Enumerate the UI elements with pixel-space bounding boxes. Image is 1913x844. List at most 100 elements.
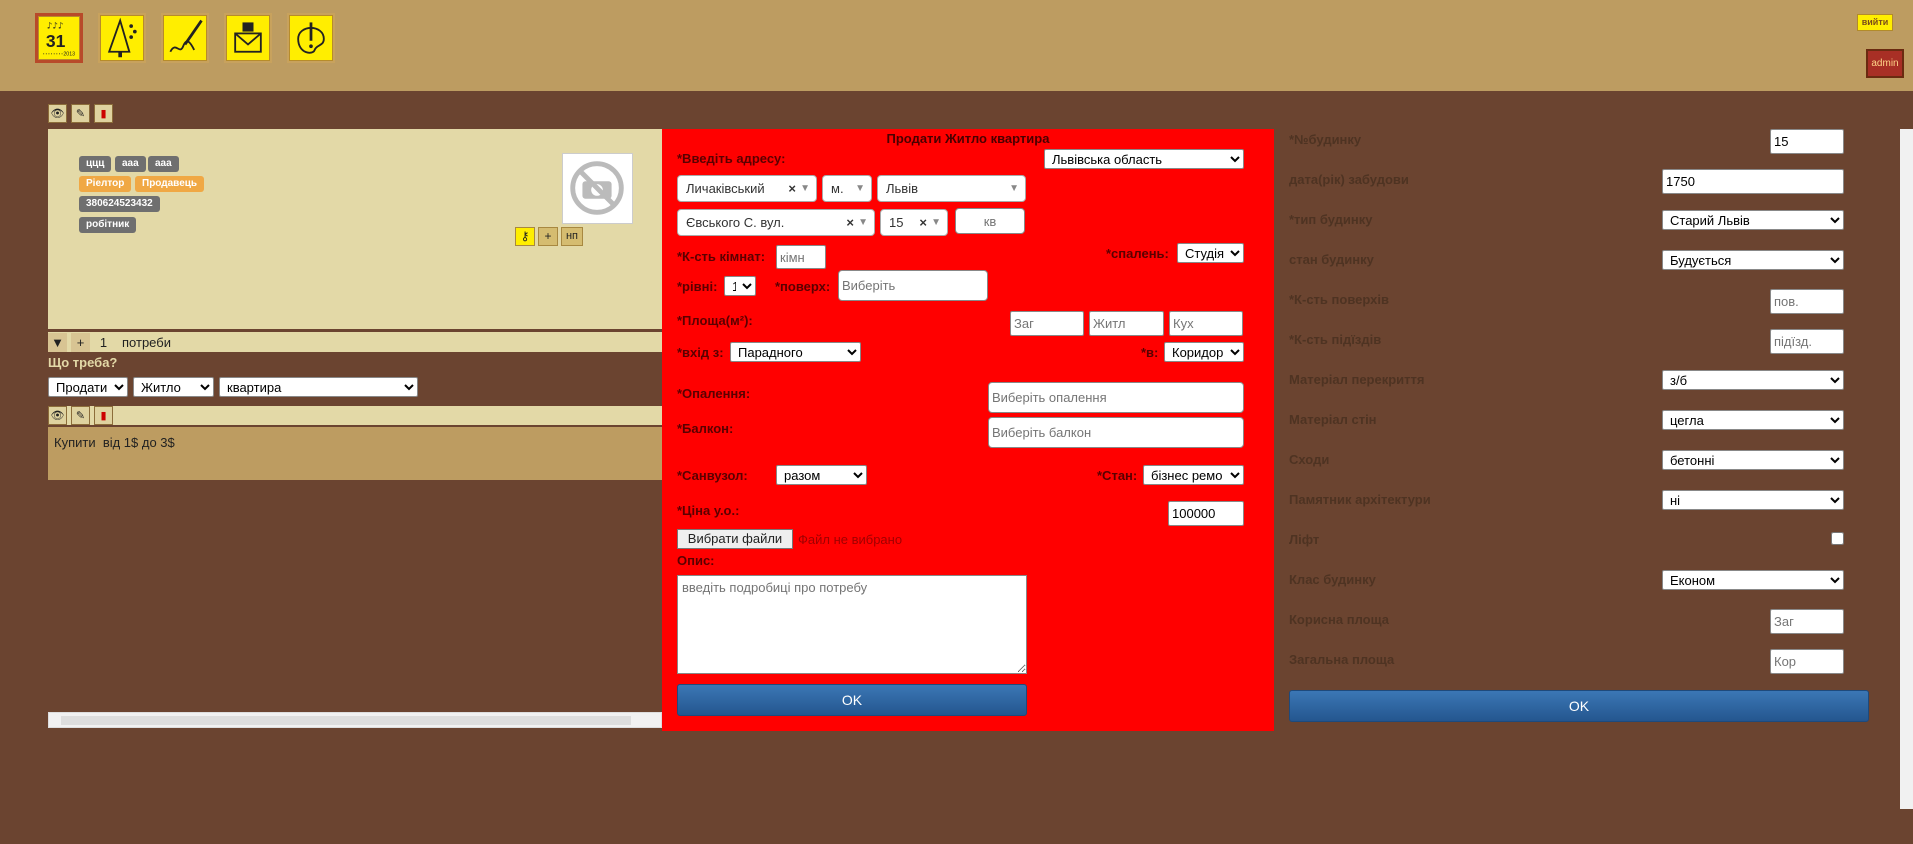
edit-icon[interactable]: ✎ — [71, 104, 90, 123]
client-tag: ццц — [79, 156, 112, 172]
ceiling-material-label: Матеріал перекриття — [1289, 372, 1425, 387]
delete-icon[interactable]: ▮ — [94, 406, 113, 425]
role-badge-realtor: Ріелтор — [79, 176, 132, 192]
calendar-year: 2013 — [63, 52, 75, 58]
form-ok-button[interactable]: OK — [677, 684, 1027, 716]
horizontal-scrollbar[interactable] — [48, 712, 662, 728]
choose-file-button[interactable]: Вибрати файли — [677, 529, 793, 549]
condition-label: *Стан: — [1097, 468, 1138, 483]
floors-count-input[interactable] — [1770, 289, 1844, 314]
address-label: *Введіть адресу: — [677, 151, 786, 166]
need-action-select[interactable]: Продати — [48, 377, 128, 397]
lift-checkbox[interactable] — [1831, 532, 1844, 545]
signature-icon[interactable] — [161, 13, 209, 63]
building-type-label: *тип будинку — [1289, 212, 1373, 227]
building-panel: *№будинку дата(рік) забудови *тип будинк… — [1275, 129, 1889, 731]
monument-select[interactable]: ні — [1662, 490, 1844, 510]
entrance-label: *вхід з: — [677, 345, 724, 360]
useful-area-input[interactable] — [1770, 609, 1844, 634]
description-textarea[interactable] — [677, 575, 1027, 674]
price-input[interactable] — [1168, 501, 1244, 526]
settlement-type-select[interactable]: м. ▼ — [822, 175, 872, 202]
add-need-button[interactable]: + — [71, 332, 90, 352]
region-select[interactable]: Львівська область — [1044, 149, 1244, 169]
edit-icon[interactable]: ✎ — [71, 406, 90, 425]
admin-button[interactable]: admin — [1866, 49, 1904, 78]
building-class-select[interactable]: Економ — [1662, 570, 1844, 590]
top-bar: ♪♪♪ 31 2013 вийти admin — [0, 0, 1913, 91]
palette-icon[interactable] — [287, 13, 335, 63]
file-status: Файл не вибрано — [798, 532, 903, 547]
bedrooms-select[interactable]: Студія — [1177, 243, 1244, 263]
rooms-input[interactable] — [776, 245, 826, 269]
role-badge-seller: Продавець — [135, 176, 205, 192]
entrances-count-input[interactable] — [1770, 329, 1844, 354]
apartment-input[interactable] — [955, 208, 1025, 234]
client-tag: ааа — [148, 156, 179, 172]
city-select[interactable]: Львів ▼ — [877, 175, 1026, 202]
no-photo-icon[interactable] — [562, 153, 633, 224]
client-card: ццц ааа ааа Ріелтор Продавець 3806245234… — [48, 129, 662, 329]
needs-toggle[interactable]: ▼ — [48, 332, 67, 352]
needs-bar: ▼ + 1 потреби — [48, 332, 662, 352]
district-select[interactable]: Личаківський × ▼ — [677, 175, 817, 202]
bedrooms-label: *спалень: — [1106, 246, 1169, 261]
form-title: Продати Житло квартира — [886, 131, 1050, 146]
delete-icon[interactable]: ▮ — [94, 104, 113, 123]
area-kitchen-input[interactable] — [1169, 311, 1243, 336]
need-category-select[interactable]: Житло — [133, 377, 214, 397]
need-toolbar: 👁 ✎ ▮ — [48, 406, 113, 425]
balcony-input[interactable] — [988, 417, 1244, 448]
needs-count: 1 — [94, 332, 113, 352]
total-area-input[interactable] — [1770, 649, 1844, 674]
need-type-select[interactable]: квартира — [219, 377, 418, 397]
house-number-input[interactable] — [1770, 129, 1844, 154]
levels-select[interactable]: 1 — [724, 276, 756, 296]
useful-area-label: Корисна площа — [1289, 612, 1389, 627]
total-area-label: Загальна площа — [1289, 652, 1395, 667]
view-icon[interactable]: 👁 — [48, 104, 67, 123]
street-select[interactable]: Євського С. вул. × ▼ — [677, 209, 875, 236]
balcony-label: *Балкон: — [677, 421, 734, 436]
into-select[interactable]: Коридор — [1164, 342, 1244, 362]
mail-icon[interactable] — [224, 13, 272, 63]
key-icon[interactable]: ⚷ — [515, 227, 535, 246]
need-list-item[interactable]: Купити від 1$ до 3$ — [48, 427, 662, 480]
calendar-icon[interactable]: ♪♪♪ 31 2013 — [35, 13, 83, 63]
entrances-count-label: *К-сть підїздів — [1289, 332, 1382, 347]
building-class-label: Клас будинку — [1289, 572, 1376, 587]
building-type-select[interactable]: Старий Львів — [1662, 210, 1844, 230]
tree-chart-icon[interactable] — [98, 13, 146, 63]
house-number-label: *№будинку — [1289, 132, 1362, 147]
entrance-select[interactable]: Парадного — [730, 342, 861, 362]
area-living-input[interactable] — [1089, 311, 1164, 336]
description-label: Опис: — [677, 553, 715, 568]
view-icon[interactable]: 👁 — [48, 406, 67, 425]
area-total-input[interactable] — [1010, 311, 1084, 336]
stairs-label: Сходи — [1289, 452, 1330, 467]
wall-material-select[interactable]: цегла — [1662, 410, 1844, 430]
logout-button[interactable]: вийти — [1857, 14, 1893, 31]
stairs-select[interactable]: бетонні — [1662, 450, 1844, 470]
build-year-input[interactable] — [1662, 169, 1844, 194]
price-label: *Ціна у.о.: — [677, 503, 740, 518]
lift-label: Ліфт — [1289, 532, 1320, 547]
svg-text:♪♪♪: ♪♪♪ — [47, 21, 64, 31]
add-photo-button[interactable]: + — [538, 227, 558, 246]
client-position: робітник — [79, 217, 137, 233]
np-button[interactable]: нп — [561, 227, 583, 246]
sell-form: Продати Житло квартира *Введіть адресу: … — [662, 129, 1274, 731]
rooms-label: *К-сть кімнат: — [677, 249, 766, 264]
vertical-scrollbar[interactable] — [1900, 129, 1913, 809]
condition-select[interactable]: бізнес ремо — [1143, 465, 1244, 485]
building-state-select[interactable]: Будується — [1662, 250, 1844, 270]
heating-input[interactable] — [988, 382, 1244, 413]
building-ok-button[interactable]: OK — [1289, 690, 1869, 722]
ceiling-material-select[interactable]: з/б — [1662, 370, 1844, 390]
wall-material-label: Матеріал стін — [1289, 412, 1377, 427]
client-toolbar: 👁 ✎ ▮ — [48, 104, 113, 123]
house-select[interactable]: 15 × ▼ — [880, 209, 948, 236]
floor-input[interactable] — [838, 270, 988, 301]
bathroom-select[interactable]: разом — [776, 465, 867, 485]
client-phone: 380624523432 — [79, 196, 160, 212]
